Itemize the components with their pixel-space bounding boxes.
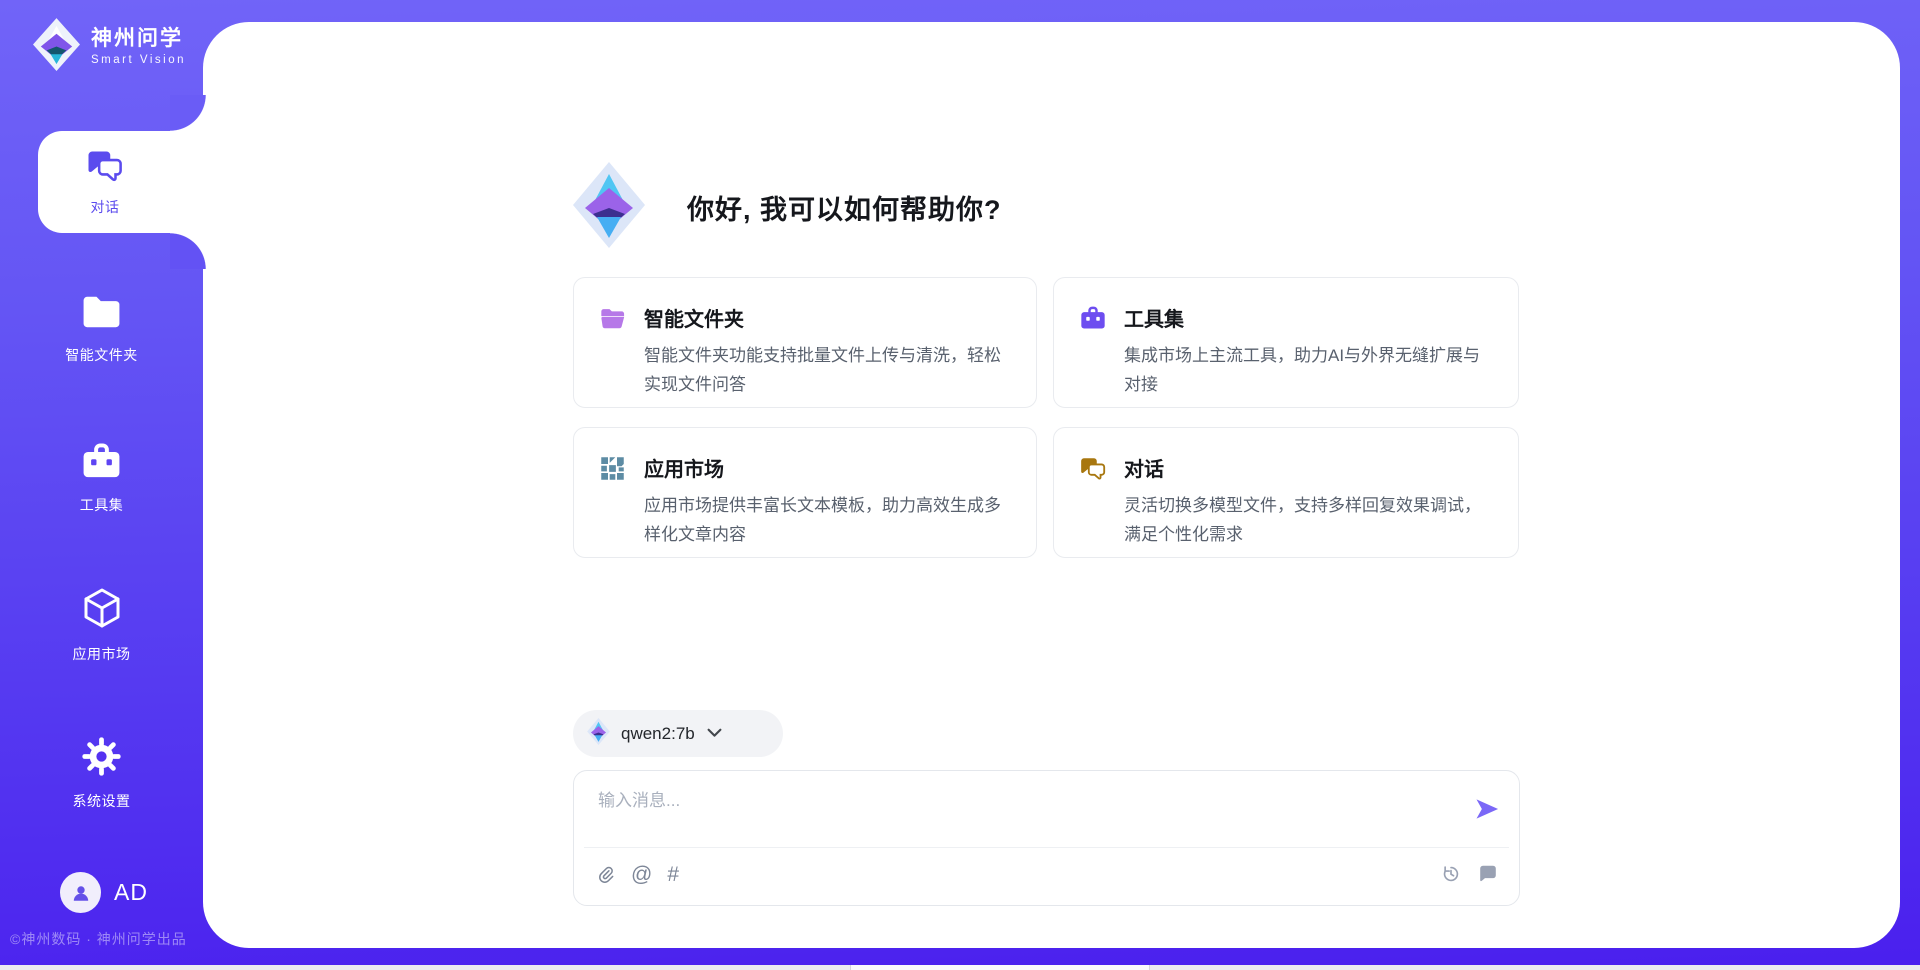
card-app-market[interactable]: 应用市场 应用市场提供丰富长文本模板，助力高效生成多样化文章内容 — [573, 427, 1037, 558]
sidebar-item-label: 对话 — [91, 197, 120, 217]
message-composer: @ # — [573, 770, 1520, 906]
model-diamond-logo-icon — [587, 718, 610, 750]
chat-icon — [85, 147, 125, 188]
attach-file-button[interactable] — [596, 864, 616, 886]
folder-icon — [80, 293, 123, 336]
model-selector[interactable]: qwen2:7b — [573, 710, 783, 757]
sidebar-item-smart-folder[interactable]: 智能文件夹 — [0, 293, 203, 365]
message-input[interactable] — [596, 784, 1440, 840]
card-title: 应用市场 — [644, 453, 1012, 482]
sidebar-item-app-market[interactable]: 应用市场 — [0, 586, 203, 664]
card-description: 集成市场上主流工具，助力AI与外界无缝扩展与对接 — [1124, 341, 1496, 399]
sidebar-item-settings[interactable]: 系统设置 — [0, 736, 203, 811]
brand: 神州问学 Smart Vision — [33, 18, 186, 76]
greeting: 你好, 我可以如何帮助你? — [573, 162, 1002, 253]
tab-fillet-top — [170, 95, 206, 131]
history-button[interactable] — [1440, 863, 1462, 885]
card-title: 工具集 — [1124, 303, 1494, 332]
sidebar-item-label: 系统设置 — [73, 791, 131, 811]
assistant-diamond-logo-icon — [573, 162, 645, 253]
paperclip-icon — [596, 864, 616, 886]
sidebar-item-label: 工具集 — [80, 495, 124, 515]
card-description: 灵活切换多模型文件，支持多样回复效果调试，满足个性化需求 — [1124, 491, 1496, 549]
card-description: 应用市场提供丰富长文本模板，助力高效生成多样化文章内容 — [644, 491, 1014, 549]
chevron-down-icon — [707, 725, 722, 743]
sidebar-item-chat[interactable]: 对话 — [38, 131, 206, 233]
app-root: { "brand": { "name": "神州问学", "subtitle":… — [0, 0, 1920, 970]
horizontal-scrollbar-track[interactable] — [0, 965, 1920, 970]
copyright-text: ©神州数码 · 神州问学出品 — [10, 929, 187, 949]
send-button[interactable] — [1473, 795, 1501, 823]
briefcase-icon — [1079, 305, 1107, 333]
hash-icon[interactable]: # — [667, 863, 679, 887]
greeting-title: 你好, 我可以如何帮助你? — [687, 188, 1002, 227]
avatar — [60, 872, 101, 913]
folder-open-icon — [599, 305, 627, 333]
brand-subtitle: Smart Vision — [91, 54, 186, 66]
conversation-button[interactable] — [1477, 863, 1499, 885]
composer-tools-right — [1440, 863, 1499, 885]
comment-icon — [1477, 863, 1499, 885]
model-name: qwen2:7b — [621, 724, 695, 744]
user-initials: AD — [114, 879, 148, 906]
sidebar-item-label: 应用市场 — [73, 644, 131, 664]
feature-cards: 智能文件夹 智能文件夹功能支持批量文件上传与清洗，轻松实现文件问答 工具集 集成… — [573, 277, 1519, 558]
main-content: 你好, 我可以如何帮助你? 智能文件夹 智能文件夹功能支持批量文件上传与清洗，轻… — [203, 22, 1900, 948]
chat-icon — [1079, 455, 1107, 483]
composer-tools-left: @ # — [596, 863, 679, 887]
grid-icon — [599, 455, 627, 483]
cube-icon — [80, 586, 124, 635]
brand-name: 神州问学 — [91, 27, 186, 51]
card-description: 智能文件夹功能支持批量文件上传与清洗，轻松实现文件问答 — [644, 341, 1014, 399]
card-title: 智能文件夹 — [644, 303, 1012, 332]
user-account[interactable]: AD — [60, 872, 148, 913]
toolbox-icon — [80, 441, 123, 486]
sidebar-item-toolset[interactable]: 工具集 — [0, 441, 203, 515]
sidebar-item-label: 智能文件夹 — [65, 345, 138, 365]
brand-diamond-logo-icon — [33, 18, 80, 76]
send-icon — [1473, 795, 1501, 823]
tab-fillet-bottom — [170, 233, 206, 269]
gear-icon — [81, 736, 122, 782]
horizontal-scrollbar-thumb[interactable] — [850, 965, 1150, 970]
card-chat[interactable]: 对话 灵活切换多模型文件，支持多样回复效果调试，满足个性化需求 — [1053, 427, 1519, 558]
card-smart-folder[interactable]: 智能文件夹 智能文件夹功能支持批量文件上传与清洗，轻松实现文件问答 — [573, 277, 1037, 408]
card-title: 对话 — [1124, 453, 1494, 482]
composer-divider — [584, 847, 1509, 848]
card-toolset[interactable]: 工具集 集成市场上主流工具，助力AI与外界无缝扩展与对接 — [1053, 277, 1519, 408]
history-icon — [1440, 863, 1462, 885]
mention-icon[interactable]: @ — [631, 863, 652, 887]
